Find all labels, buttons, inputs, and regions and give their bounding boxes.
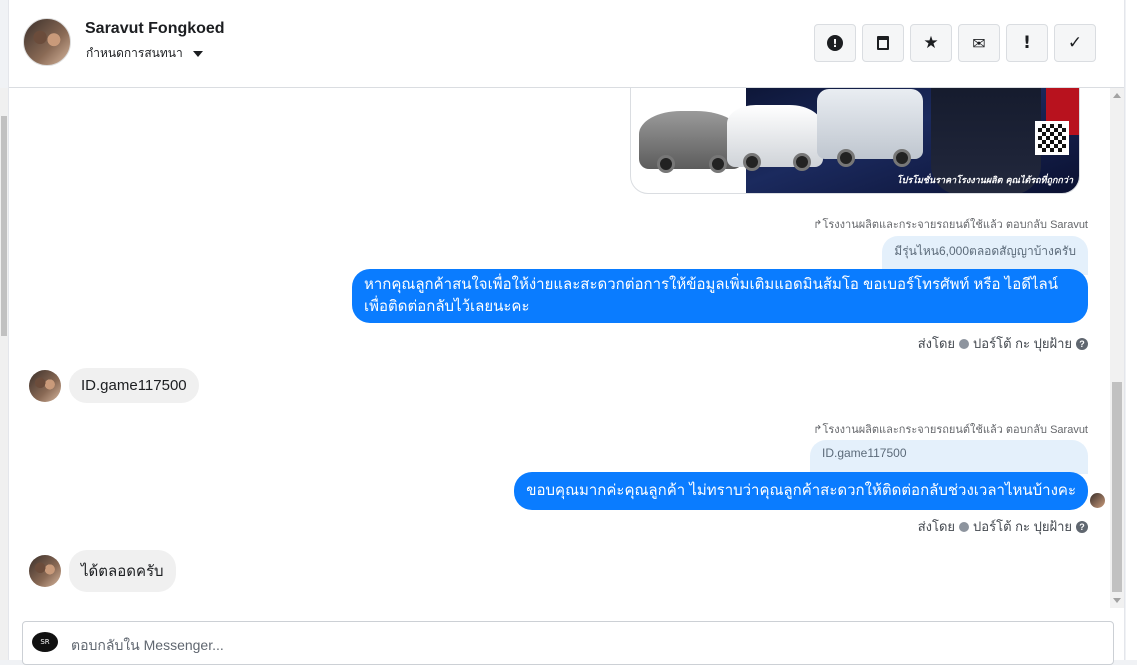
mark-done-button[interactable]: ✓ [1054, 24, 1096, 62]
incoming-message[interactable]: ID.game117500 [69, 368, 199, 403]
promo-image-attachment[interactable]: โปรโมชั่นราคาโรงงานผลิต คุณได้รถที่ถูกกว… [630, 88, 1080, 194]
contact-avatar[interactable] [29, 555, 61, 587]
mark-spam-button[interactable]: ✉ [958, 24, 1000, 62]
scroll-down-icon[interactable] [1113, 598, 1121, 603]
reply-composer[interactable]: SR ตอบกลับใน Messenger... [22, 621, 1114, 665]
truck-image [817, 89, 923, 159]
outgoing-message[interactable]: ขอบคุณมากค่ะคุณลูกค้า ไม่ทราบว่าคุณลูกค้… [514, 472, 1088, 510]
incoming-message-row: ได้ตลอดครับ [29, 550, 176, 592]
toolbar: ! ★ ✉ ! ✓ [814, 24, 1096, 62]
outgoing-message[interactable]: หากคุณลูกค้าสนใจเพื่อให้ง่ายและสะดวกต่อก… [352, 269, 1088, 323]
delete-button[interactable] [862, 24, 904, 62]
reply-note: ↱โรงงานผลิตและกระจายรถยนต์ใช้แล้ว ตอบกลั… [813, 424, 1088, 436]
promo-caption: โปรโมชั่นราคาโรงงานผลิต คุณได้รถที่ถูกกว… [896, 176, 1073, 186]
scroll-up-icon[interactable] [1113, 93, 1121, 98]
alert-button[interactable]: ! [814, 24, 856, 62]
scrollbar-thumb[interactable] [1, 116, 7, 336]
mark-unread-button[interactable]: ! [1006, 24, 1048, 62]
verified-icon [959, 338, 970, 349]
qr-code [1035, 121, 1069, 155]
left-scrollbar[interactable] [0, 88, 8, 660]
conversation-header: Saravut Fongkoed กำหนดการสนทนา ! ★ ✉ ! ✓ [9, 0, 1124, 88]
contact-avatar[interactable] [29, 369, 61, 402]
trash-icon [877, 36, 889, 50]
conversation-assign-label: กำหนดการสนทนา [86, 46, 183, 60]
caret-down-icon [192, 50, 203, 57]
read-receipt-avatar [1090, 493, 1105, 508]
verified-icon [959, 521, 970, 532]
help-icon[interactable]: ? [1076, 520, 1088, 533]
conversation-assign-dropdown[interactable]: กำหนดการสนทนา [86, 44, 203, 63]
contact-name[interactable]: Saravut Fongkoed [85, 20, 225, 38]
sender-name[interactable]: ปอร์โต้ กะ ปุยฝ้าย [973, 516, 1072, 537]
mail-blocked-icon: ✉ [972, 33, 986, 53]
thread-scrollbar[interactable] [1110, 88, 1124, 608]
sent-by-label: ส่งโดย ปอร์โต้ กะ ปุยฝ้าย ? [918, 516, 1088, 537]
star-button[interactable]: ★ [910, 24, 952, 62]
conversation-panel: Saravut Fongkoed กำหนดการสนทนา ! ★ ✉ ! ✓ [8, 0, 1125, 665]
contact-avatar[interactable] [23, 18, 71, 66]
incoming-message[interactable]: ได้ตลอดครับ [69, 550, 176, 592]
incoming-message-row: ID.game117500 [29, 368, 199, 403]
sender-name[interactable]: ปอร์โต้ กะ ปุยฝ้าย [973, 333, 1072, 354]
exclamation-icon: ! [1023, 33, 1031, 53]
help-icon[interactable]: ? [1076, 337, 1088, 350]
reply-input[interactable]: ตอบกลับใน Messenger... [71, 635, 224, 657]
message-thread[interactable]: โปรโมชั่นราคาโรงงานผลิต คุณได้รถที่ถูกกว… [9, 88, 1109, 608]
sent-by-label: ส่งโดย ปอร์โต้ กะ ปุยฝ้าย ? [918, 333, 1088, 354]
reply-note: ↱โรงงานผลิตและกระจายรถยนต์ใช้แล้ว ตอบกลั… [813, 219, 1088, 231]
check-icon: ✓ [1067, 33, 1083, 53]
scrollbar-thumb[interactable] [1112, 382, 1122, 592]
star-icon: ★ [923, 33, 939, 53]
page-logo-icon: SR [32, 632, 58, 652]
alert-circle-icon: ! [827, 35, 843, 51]
quoted-message[interactable]: ID.game117500 [810, 440, 1088, 474]
